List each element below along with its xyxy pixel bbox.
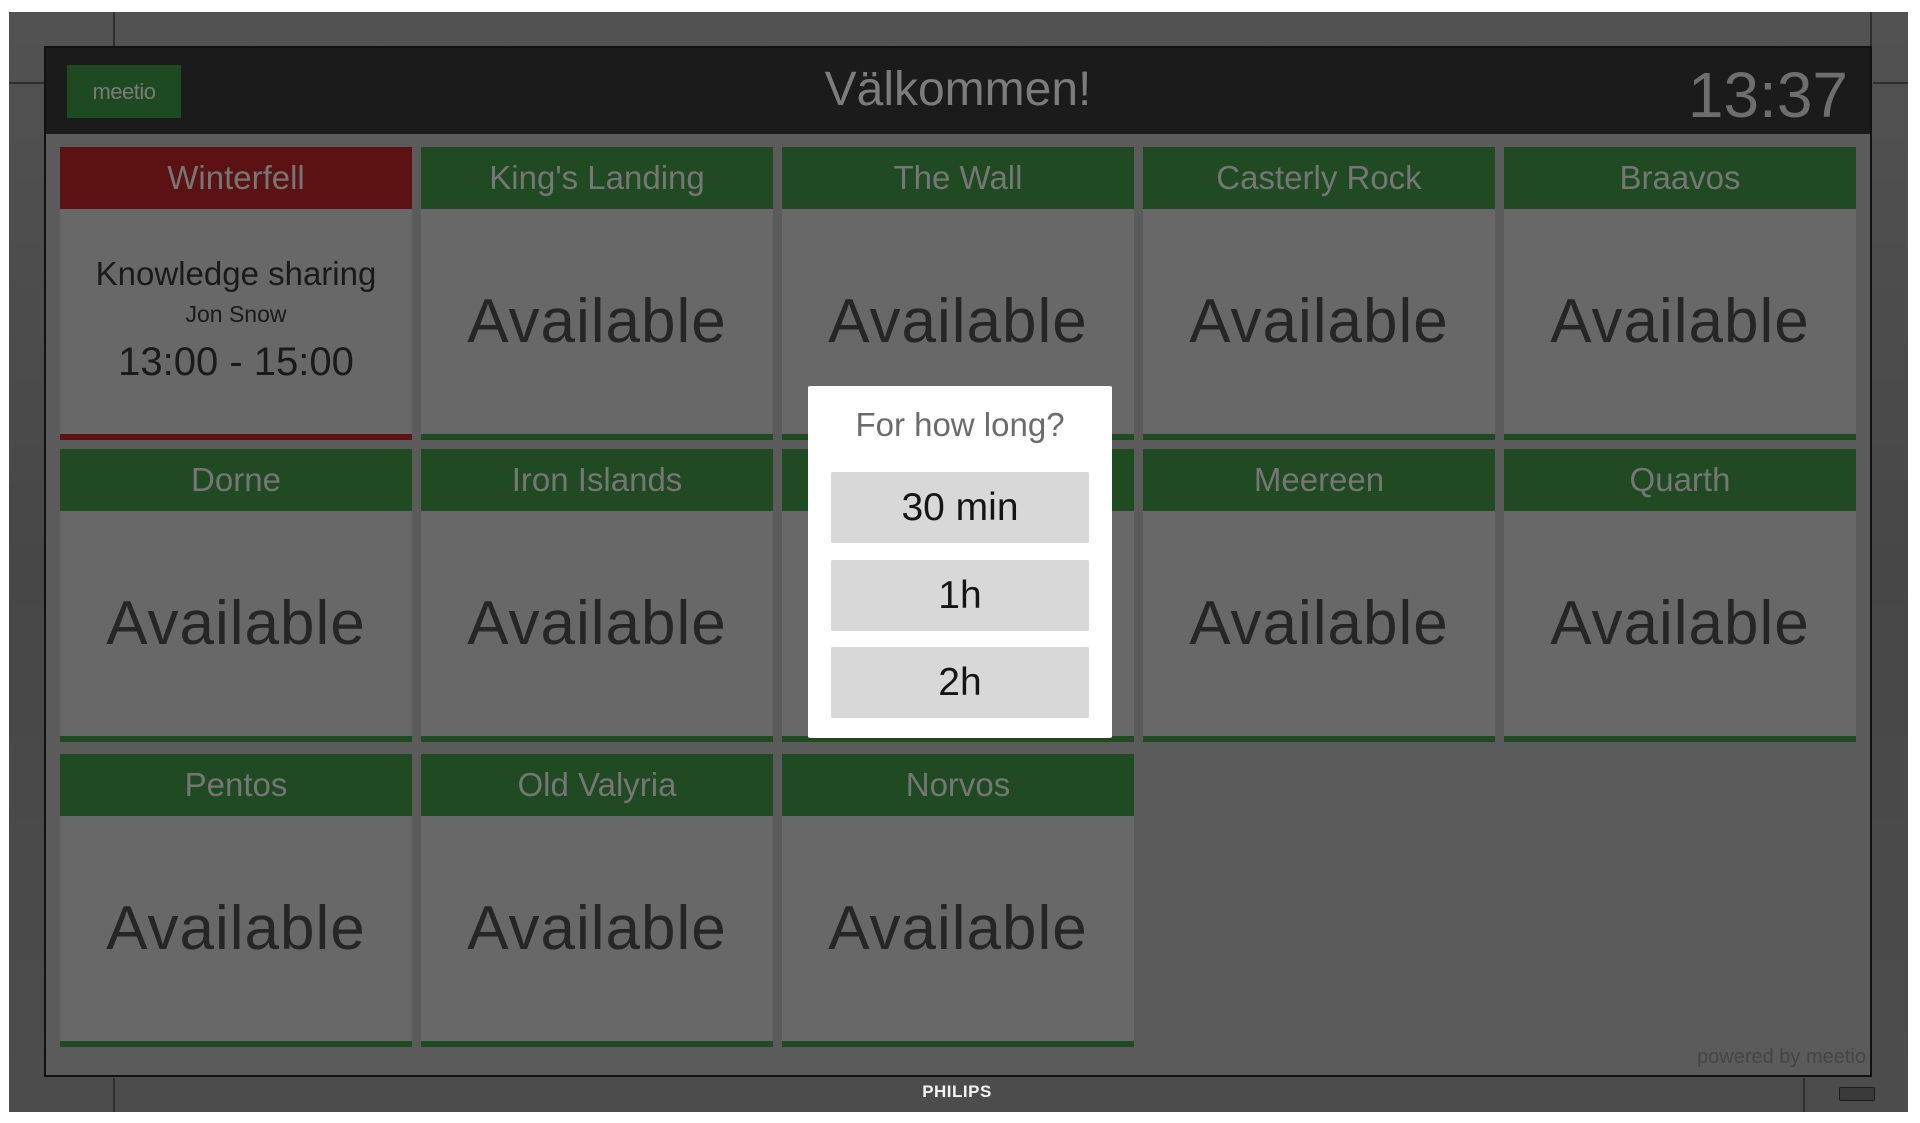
room-tile-pentos[interactable]: Pentos Available [60,754,412,1047]
availability-label: Available [106,589,366,658]
bezel-seam [113,12,115,46]
availability-label: Available [1550,589,1810,658]
ir-sensor-icon [1839,1087,1875,1101]
room-status-area: Available [60,511,412,736]
bezel-seam [1803,1078,1805,1112]
availability-label: Available [467,287,727,356]
room-status-area: Available [421,511,773,736]
room-name: Meereen [1143,449,1495,511]
meeting-title: Knowledge sharing [95,254,377,292]
room-status-area: Knowledge sharing Jon Snow 13:00 - 15:00 [60,209,412,434]
availability-label: Available [828,894,1088,963]
room-name: Quarth [1504,449,1856,511]
room-name: Old Valyria [421,754,773,816]
availability-label: Available [106,894,366,963]
room-name: The Wall [782,147,1134,209]
room-name: Casterly Rock [1143,147,1495,209]
powered-by-label: powered by meetio [1697,1046,1866,1068]
dialog-title: For how long? [855,406,1065,443]
room-status-area: Available [1504,511,1856,736]
status-bar [1143,434,1495,440]
room-tile-quarth[interactable]: Quarth Available [1504,449,1856,742]
bezel-seam [9,82,44,84]
duration-2h-button[interactable]: 2h [831,647,1089,718]
room-name: King's Landing [421,147,773,209]
status-bar [421,736,773,742]
philips-logo: PHILIPS [922,1082,992,1101]
availability-label: Available [1189,287,1449,356]
room-name: Pentos [60,754,412,816]
room-tile-casterly-rock[interactable]: Casterly Rock Available [1143,147,1495,440]
room-tile-king-s-landing[interactable]: King's Landing Available [421,147,773,440]
availability-label: Available [467,589,727,658]
room-status-area: Available [60,816,412,1041]
room-status-area: Available [421,816,773,1041]
meeting-time: 13:00 - 15:00 [118,339,354,384]
status-bar [782,1041,1134,1047]
status-bar [60,736,412,742]
room-name: Norvos [782,754,1134,816]
room-status-area: Available [782,816,1134,1041]
top-bar: meetio Välkommen! 13:37 [46,48,1870,134]
availability-label: Available [467,894,727,963]
room-tile-iron-islands[interactable]: Iron Islands Available [421,449,773,742]
room-tile-old-valyria[interactable]: Old Valyria Available [421,754,773,1047]
room-tile-norvos[interactable]: Norvos Available [782,754,1134,1047]
room-tile-braavos[interactable]: Braavos Available [1504,147,1856,440]
bezel-seam [113,1078,115,1112]
status-bar [1143,736,1495,742]
duration-1h-button[interactable]: 1h [831,560,1089,631]
room-name: Iron Islands [421,449,773,511]
meeting-organizer: Jon Snow [185,300,287,327]
availability-label: Available [828,287,1088,356]
room-status-area: Available [1143,209,1495,434]
status-bar [1504,434,1856,440]
status-bar [1504,736,1856,742]
room-tile-meereen[interactable]: Meereen Available [1143,449,1495,742]
room-name: Braavos [1504,147,1856,209]
welcome-title: Välkommen! [824,63,1092,116]
status-bar [421,434,773,440]
room-status-area: Available [1143,511,1495,736]
status-bar [60,1041,412,1047]
room-name: Winterfell [60,147,412,209]
room-tile-dorne[interactable]: Dorne Available [60,449,412,742]
room-name: Dorne [60,449,412,511]
room-tile-winterfell[interactable]: Winterfell Knowledge sharing Jon Snow 13:00… [60,147,412,440]
room-status-area: Available [1504,209,1856,434]
bezel-seam [1873,82,1908,84]
status-bar [60,434,412,440]
clock: 13:37 [1687,59,1848,131]
availability-label: Available [1550,287,1810,356]
availability-label: Available [1189,589,1449,658]
duration-30min-button[interactable]: 30 min [831,472,1089,543]
room-booking-screen: meetio Välkommen! 13:37 Winterfell Knowle… [44,46,1872,1077]
bezel-seam [1870,12,1872,46]
duration-dialog: For how long? 30 min 1h 2h [808,386,1112,738]
room-status-area: Available [421,209,773,434]
status-bar [421,1041,773,1047]
